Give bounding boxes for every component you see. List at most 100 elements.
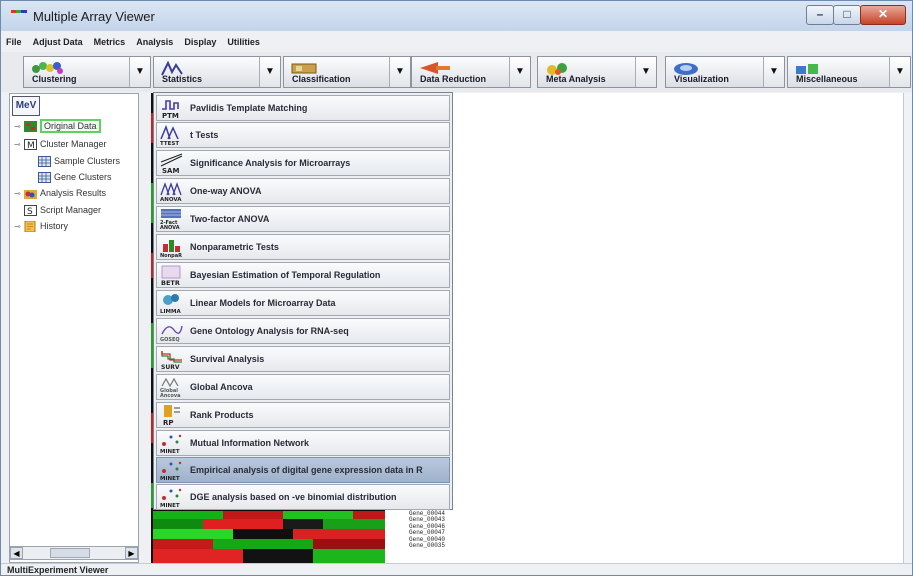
- cluster-manager-icon: M: [24, 138, 37, 150]
- maximize-icon: □: [843, 7, 851, 21]
- menu-adjust-data[interactable]: Adjust Data: [30, 34, 86, 50]
- menu-item-two-factor-anova[interactable]: 2-Fact ANOVA Two-factor ANOVA: [156, 206, 450, 232]
- menu-item-sam[interactable]: SAM Significance Analysis for Microarray…: [156, 150, 450, 176]
- menu-item-nonparametric[interactable]: NonpaR Nonparametric Tests: [156, 234, 450, 260]
- chevron-down-icon[interactable]: ▼: [763, 57, 784, 87]
- menu-item-survival[interactable]: SURV Survival Analysis: [156, 346, 450, 372]
- svg-text:TTEST: TTEST: [160, 141, 179, 146]
- pane-splitter[interactable]: [139, 93, 151, 563]
- navigation-tree: MeV ⊸ Original Data ⊸ M Cluster Manager …: [9, 93, 139, 563]
- classification-label: Classification: [292, 74, 351, 84]
- menu-item-global-ancova[interactable]: Global Ancova Global Ancova: [156, 374, 450, 400]
- analysis-toolbar: Clustering ▼ Statistics ▼ Classification…: [1, 52, 912, 92]
- svg-text:S: S: [27, 207, 33, 216]
- menu-display[interactable]: Display: [181, 34, 219, 50]
- menu-metrics[interactable]: Metrics: [91, 34, 129, 50]
- meta-analysis-button[interactable]: Meta Analysis ▼: [537, 56, 657, 88]
- menu-item-label: Significance Analysis for Microarrays: [190, 158, 351, 168]
- menu-utilities[interactable]: Utilities: [224, 34, 263, 50]
- gene-labels: Gene_00044 Gene_00043 Gene_00046 Gene_00…: [409, 510, 446, 550]
- tree-item-cluster-manager[interactable]: ⊸ M Cluster Manager: [14, 136, 107, 152]
- menu-item-label: Nonparametric Tests: [190, 242, 279, 252]
- chevron-down-icon[interactable]: ▼: [889, 57, 910, 87]
- menu-item-mutual-information-network[interactable]: MINET Mutual Information Network: [156, 430, 450, 456]
- menu-item-label: Mutual Information Network: [190, 438, 309, 448]
- chevron-down-icon[interactable]: ▼: [259, 57, 280, 87]
- tree-item-analysis-results[interactable]: ⊸ Analysis Results: [14, 185, 106, 201]
- ptm-icon: PTM: [162, 100, 179, 119]
- tree-item-label: Analysis Results: [40, 188, 107, 198]
- global-ancova-icon: GlobalAncova: [160, 377, 180, 398]
- menu-item-label: Rank Products: [190, 410, 254, 420]
- tree-item-label: Sample Clusters: [54, 156, 121, 166]
- tree-horizontal-scrollbar[interactable]: ◀ ▶: [9, 546, 139, 560]
- menu-item-label: Linear Models for Microarray Data: [190, 298, 336, 308]
- tree-item-sample-clusters[interactable]: Sample Clusters: [38, 153, 120, 169]
- chevron-down-icon[interactable]: ▼: [509, 57, 530, 87]
- scroll-right-icon[interactable]: ▶: [125, 547, 138, 559]
- tree-item-label: Script Manager: [40, 205, 102, 215]
- anova-icon: ANOVA: [160, 182, 182, 202]
- heatmap: [153, 509, 385, 563]
- data-reduction-label: Data Reduction: [420, 74, 487, 84]
- betr-icon: BETR: [161, 265, 181, 286]
- visualization-button[interactable]: Visualization ▼: [665, 56, 785, 88]
- visualization-label: Visualization: [674, 74, 729, 84]
- menu-item-ptm[interactable]: PTM Pavlidis Template Matching: [156, 95, 450, 121]
- menu-item-goseq[interactable]: GOSEQ Gene Ontology Analysis for RNA-seq: [156, 318, 450, 344]
- minet-icon: MINET: [160, 434, 182, 454]
- menu-bar: File Adjust Data Metrics Analysis Displa…: [1, 34, 912, 50]
- svg-text:M: M: [27, 141, 35, 150]
- menu-item-label: Gene Ontology Analysis for RNA-seq: [190, 326, 349, 336]
- rank-products-icon: RP: [163, 405, 180, 426]
- miscellaneous-label: Miscellaneous: [796, 74, 858, 84]
- tree-expander-icon[interactable]: ⊸: [14, 140, 22, 149]
- close-button[interactable]: ✕: [860, 5, 906, 25]
- status-text: MultiExperiment Viewer: [7, 565, 109, 575]
- clustering-button[interactable]: Clustering ▼: [23, 56, 151, 88]
- menu-item-label: Bayesian Estimation of Temporal Regulati…: [190, 270, 381, 280]
- viewer-vertical-scrollbar[interactable]: [903, 93, 912, 563]
- tree-item-label: History: [40, 221, 69, 231]
- limma-icon: LIMMA: [160, 294, 181, 314]
- chevron-down-icon[interactable]: ▼: [389, 57, 410, 87]
- menu-item-label: Global Ancova: [190, 382, 253, 392]
- data-reduction-button[interactable]: Data Reduction ▼: [411, 56, 531, 88]
- menu-item-one-way-anova[interactable]: ANOVA One-way ANOVA: [156, 178, 450, 204]
- menu-file[interactable]: File: [3, 34, 25, 50]
- app-icon: [11, 10, 27, 13]
- tree-item-gene-clusters[interactable]: Gene Clusters: [38, 169, 112, 185]
- chevron-down-icon[interactable]: ▼: [635, 57, 656, 87]
- script-icon: S: [24, 204, 37, 216]
- miscellaneous-button[interactable]: Miscellaneous ▼: [787, 56, 911, 88]
- tree-item-original-data[interactable]: ⊸ Original Data: [14, 118, 101, 134]
- menu-item-betr[interactable]: BETR Bayesian Estimation of Temporal Reg…: [156, 262, 450, 288]
- gene-label: Gene_00035: [409, 542, 446, 550]
- menu-item-deseq[interactable]: MINET DGE analysis based on -ve binomial…: [156, 484, 450, 510]
- meta-analysis-label: Meta Analysis: [546, 74, 606, 84]
- menu-item-edger[interactable]: MINET Empirical analysis of digital gene…: [156, 457, 450, 483]
- menu-item-label: Empirical analysis of digital gene expre…: [190, 465, 423, 475]
- svg-text:ANOVA: ANOVA: [160, 225, 180, 230]
- svg-text:BETR: BETR: [161, 279, 180, 286]
- menu-item-ttest[interactable]: TTEST t Tests: [156, 122, 450, 148]
- tree-item-script-manager[interactable]: S Script Manager: [24, 202, 101, 218]
- tree-expander-icon[interactable]: ⊸: [14, 189, 22, 198]
- menu-item-rank-products[interactable]: RP Rank Products: [156, 402, 450, 428]
- svg-text:RP: RP: [163, 419, 174, 426]
- tree-item-history[interactable]: ⊸ History: [14, 218, 68, 234]
- table-icon: [38, 155, 51, 167]
- minimize-button[interactable]: –: [806, 5, 834, 25]
- scroll-left-icon[interactable]: ◀: [10, 547, 23, 559]
- maximize-button[interactable]: □: [833, 5, 861, 25]
- menu-item-limma[interactable]: LIMMA Linear Models for Microarray Data: [156, 290, 450, 316]
- classification-button[interactable]: Classification ▼: [283, 56, 411, 88]
- svg-text:SAM: SAM: [162, 167, 179, 174]
- scroll-thumb[interactable]: [50, 548, 90, 558]
- statistics-button[interactable]: Statistics ▼: [153, 56, 281, 88]
- tree-connector: ⊸: [14, 121, 21, 131]
- menu-analysis[interactable]: Analysis: [133, 34, 176, 50]
- chevron-down-icon[interactable]: ▼: [129, 57, 150, 87]
- tree-item-label: Gene Clusters: [54, 172, 112, 182]
- tree-expander-icon[interactable]: ⊸: [14, 222, 22, 231]
